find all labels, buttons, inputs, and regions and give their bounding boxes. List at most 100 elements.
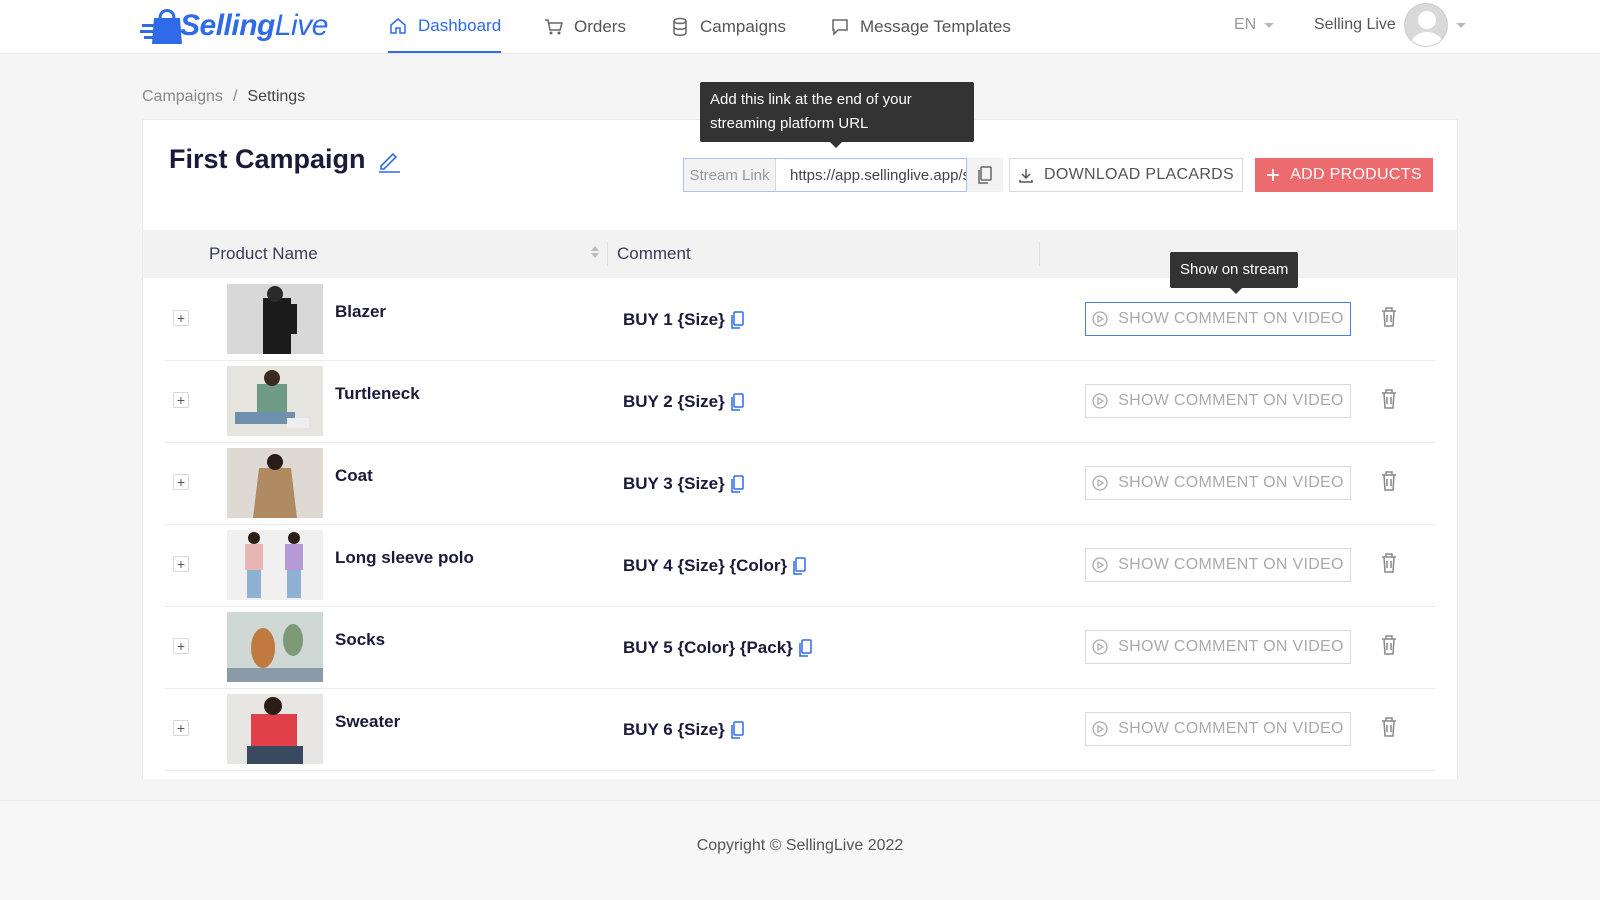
product-thumbnail: [227, 694, 323, 764]
nav-campaigns[interactable]: Campaigns: [670, 0, 786, 53]
comment-text: BUY 3 {Size}: [623, 474, 725, 493]
column-divider: [1039, 242, 1040, 266]
nav-message-templates-label: Message Templates: [860, 16, 1011, 36]
expand-row-button[interactable]: +: [173, 638, 189, 654]
expand-row-button[interactable]: +: [173, 392, 189, 408]
product-comment: BUY 5 {Color} {Pack}: [623, 638, 813, 658]
expand-row-button[interactable]: +: [173, 310, 189, 326]
brand-name: SellingLive: [180, 9, 328, 42]
message-icon: [832, 18, 848, 36]
product-thumbnail: [227, 448, 323, 518]
table-row: + Long sleeve polo BUY 4 {Size} {Color} SHO…: [165, 524, 1435, 607]
copy-icon[interactable]: [730, 475, 745, 493]
top-nav: SellingLive Dashboard Orders Campaigns M…: [0, 0, 1600, 54]
copy-icon[interactable]: [730, 721, 745, 739]
product-comment: BUY 1 {Size}: [623, 310, 745, 330]
expand-row-button[interactable]: +: [173, 474, 189, 490]
shopping-bag-icon: [140, 9, 182, 44]
trash-icon[interactable]: [1379, 552, 1399, 574]
language-selector[interactable]: EN: [1234, 0, 1275, 50]
campaign-card: First Campaign Stream Link DOWNLOAD PLAC…: [142, 119, 1458, 779]
nav-orders[interactable]: Orders: [544, 0, 626, 53]
add-products-label: ADD PRODUCTS: [1290, 166, 1422, 183]
table-row: + Socks BUY 5 {Color} {Pack} SHOW COMMENT O…: [165, 606, 1435, 689]
trash-icon[interactable]: [1379, 306, 1399, 328]
show-on-stream-tooltip: Show on stream: [1170, 252, 1299, 294]
nav-message-templates[interactable]: Message Templates: [830, 0, 1011, 53]
table-row: + Sweater BUY 6 {Size} SHOW COMMENT ON VIDE…: [165, 688, 1435, 771]
product-name: Long sleeve polo: [335, 548, 474, 567]
copy-icon[interactable]: [799, 639, 813, 657]
download-icon: [1019, 169, 1033, 183]
show-comment-on-video-button[interactable]: SHOW COMMENT ON VIDEO: [1085, 466, 1351, 500]
comment-text: BUY 6 {Size}: [623, 720, 725, 739]
comment-text: BUY 1 {Size}: [623, 310, 725, 329]
product-thumbnail: [227, 284, 323, 354]
column-comment: Comment: [617, 244, 691, 263]
expand-row-button[interactable]: +: [173, 720, 189, 736]
column-product-name[interactable]: Product Name: [209, 244, 318, 264]
show-comment-label: SHOW COMMENT ON VIDEO: [1118, 556, 1344, 573]
show-comment-label: SHOW COMMENT ON VIDEO: [1118, 474, 1344, 491]
play-circle-icon: [1092, 311, 1108, 327]
copy-icon: [978, 166, 992, 184]
column-divider: [607, 242, 608, 266]
chevron-down-icon: [1264, 22, 1275, 28]
show-comment-on-video-button[interactable]: SHOW COMMENT ON VIDEO: [1085, 712, 1351, 746]
product-comment: BUY 2 {Size}: [623, 392, 745, 412]
breadcrumb-campaigns[interactable]: Campaigns: [142, 88, 223, 106]
user-menu[interactable]: Selling Live: [1314, 0, 1466, 50]
table-row: + Coat BUY 3 {Size} SHOW COMMENT ON VIDEO: [165, 442, 1435, 525]
product-name: Blazer: [335, 302, 387, 321]
show-comment-on-video-button[interactable]: SHOW COMMENT ON VIDEO: [1085, 302, 1351, 336]
trash-icon[interactable]: [1379, 634, 1399, 656]
copy-icon[interactable]: [730, 393, 745, 411]
nav-campaigns-label: Campaigns: [700, 16, 786, 36]
brand-logo[interactable]: SellingLive: [140, 6, 328, 46]
trash-icon[interactable]: [1379, 716, 1399, 738]
product-name: Sweater: [335, 712, 401, 731]
copy-icon[interactable]: [730, 311, 745, 329]
trash-icon[interactable]: [1379, 470, 1399, 492]
table-row: + Blazer BUY 1 {Size} SHOW COMMENT ON VIDEO: [165, 278, 1435, 361]
expand-row-button[interactable]: +: [173, 556, 189, 572]
product-name: Coat: [335, 466, 373, 485]
download-placards-button[interactable]: DOWNLOAD PLACARDS: [1009, 158, 1243, 192]
copy-icon[interactable]: [793, 557, 807, 575]
product-comment: BUY 6 {Size}: [623, 720, 745, 740]
show-comment-on-video-button[interactable]: SHOW COMMENT ON VIDEO: [1085, 630, 1351, 664]
product-thumbnail: [227, 612, 323, 682]
copy-stream-link-button[interactable]: [967, 158, 1003, 192]
breadcrumb: Campaigns / Settings: [142, 88, 305, 106]
comment-text: BUY 4 {Size} {Color}: [623, 556, 788, 575]
add-products-button[interactable]: ADD PRODUCTS: [1255, 158, 1433, 192]
stream-link-input[interactable]: [776, 159, 966, 191]
avatar: [1403, 3, 1448, 47]
copyright-text: Copyright © SellingLive 2022: [696, 837, 904, 854]
nav-dashboard[interactable]: Dashboard: [388, 0, 502, 53]
footer: Copyright © SellingLive 2022: [0, 800, 1600, 900]
language-label: EN: [1234, 16, 1257, 33]
product-comment: BUY 3 {Size}: [623, 474, 745, 494]
home-icon: [390, 17, 406, 34]
trash-icon[interactable]: [1379, 388, 1399, 410]
product-comment: BUY 4 {Size} {Color}: [623, 556, 807, 576]
breadcrumb-settings: Settings: [247, 88, 306, 105]
comment-text: BUY 5 {Color} {Pack}: [623, 638, 793, 657]
stream-link-label: Stream Link: [684, 159, 776, 191]
product-thumbnail: [227, 366, 323, 436]
play-circle-icon: [1092, 721, 1108, 737]
product-thumbnail: [227, 530, 323, 600]
sort-icon[interactable]: [591, 246, 599, 258]
product-name: Socks: [335, 630, 386, 649]
user-name: Selling Live: [1314, 16, 1396, 33]
show-comment-on-video-button[interactable]: SHOW COMMENT ON VIDEO: [1085, 548, 1351, 582]
stream-link-field: Stream Link: [683, 158, 967, 192]
show-comment-on-video-button[interactable]: SHOW COMMENT ON VIDEO: [1085, 384, 1351, 418]
nav-dashboard-label: Dashboard: [418, 15, 502, 35]
show-comment-label: SHOW COMMENT ON VIDEO: [1118, 392, 1344, 409]
edit-pencil-icon[interactable]: [376, 147, 402, 173]
database-icon: [673, 17, 687, 36]
cart-icon: [545, 18, 563, 34]
plus-icon: [1267, 169, 1280, 181]
